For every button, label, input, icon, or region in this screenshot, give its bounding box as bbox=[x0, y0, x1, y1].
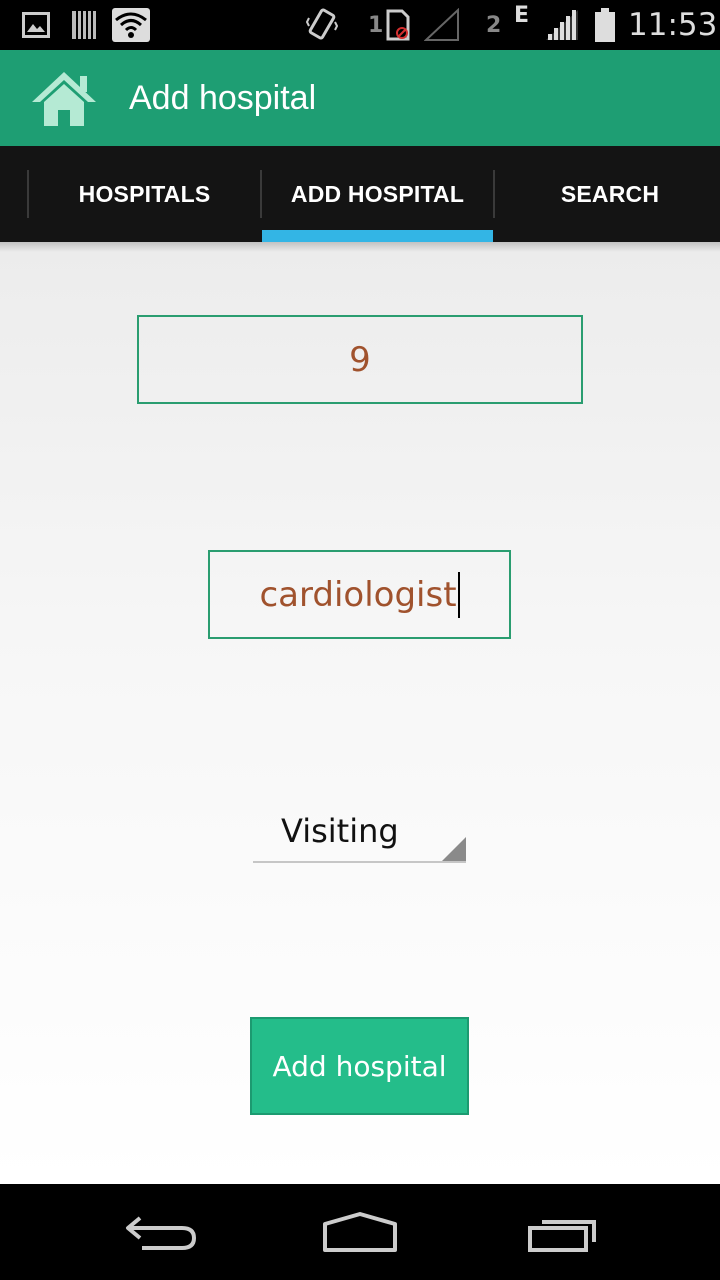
tab-hospitals[interactable]: HOSPITALS bbox=[29, 146, 260, 242]
number-input[interactable]: 9 bbox=[137, 315, 583, 404]
signal-empty-icon bbox=[424, 0, 460, 50]
selected-tab-indicator bbox=[262, 230, 493, 242]
dropdown-arrow-icon bbox=[442, 837, 466, 861]
home-nav-icon[interactable] bbox=[315, 1204, 405, 1260]
specialty-input[interactable]: cardiologist bbox=[208, 550, 511, 639]
number-input-value: 9 bbox=[349, 339, 371, 380]
vibrate-icon bbox=[306, 0, 338, 50]
wifi-icon bbox=[112, 0, 150, 50]
type-spinner[interactable]: Visiting bbox=[253, 808, 466, 863]
clock: 11:53 bbox=[628, 7, 718, 43]
add-hospital-button[interactable]: Add hospital bbox=[250, 1017, 469, 1115]
network-type-label: E bbox=[514, 2, 530, 28]
navigation-bar bbox=[0, 1184, 720, 1280]
sim2-label: 2 bbox=[486, 12, 502, 38]
specialty-input-value: cardiologist bbox=[259, 574, 457, 615]
tab-search[interactable]: SEARCH bbox=[495, 146, 720, 242]
page-title: Add hospital bbox=[129, 79, 317, 117]
back-icon[interactable] bbox=[116, 1204, 206, 1260]
recents-icon[interactable] bbox=[518, 1204, 608, 1260]
status-bar: 1 2 E 11:53 bbox=[0, 0, 720, 50]
action-bar: Add hospital bbox=[0, 50, 720, 146]
signal-icon bbox=[544, 0, 580, 50]
form-content: 9 cardiologist Visiting Add hospital bbox=[0, 242, 720, 1184]
sim-card-icon bbox=[384, 0, 412, 50]
tab-bar: HOSPITALS ADD HOSPITAL SEARCH bbox=[0, 146, 720, 242]
sim1-label: 1 bbox=[368, 12, 384, 38]
gallery-icon bbox=[22, 0, 50, 50]
spinner-selected-value: Visiting bbox=[281, 812, 399, 850]
home-icon[interactable] bbox=[30, 68, 98, 130]
storage-icon bbox=[70, 0, 98, 50]
tab-add-hospital[interactable]: ADD HOSPITAL bbox=[262, 146, 493, 242]
text-cursor bbox=[457, 571, 460, 618]
battery-icon bbox=[594, 0, 616, 50]
